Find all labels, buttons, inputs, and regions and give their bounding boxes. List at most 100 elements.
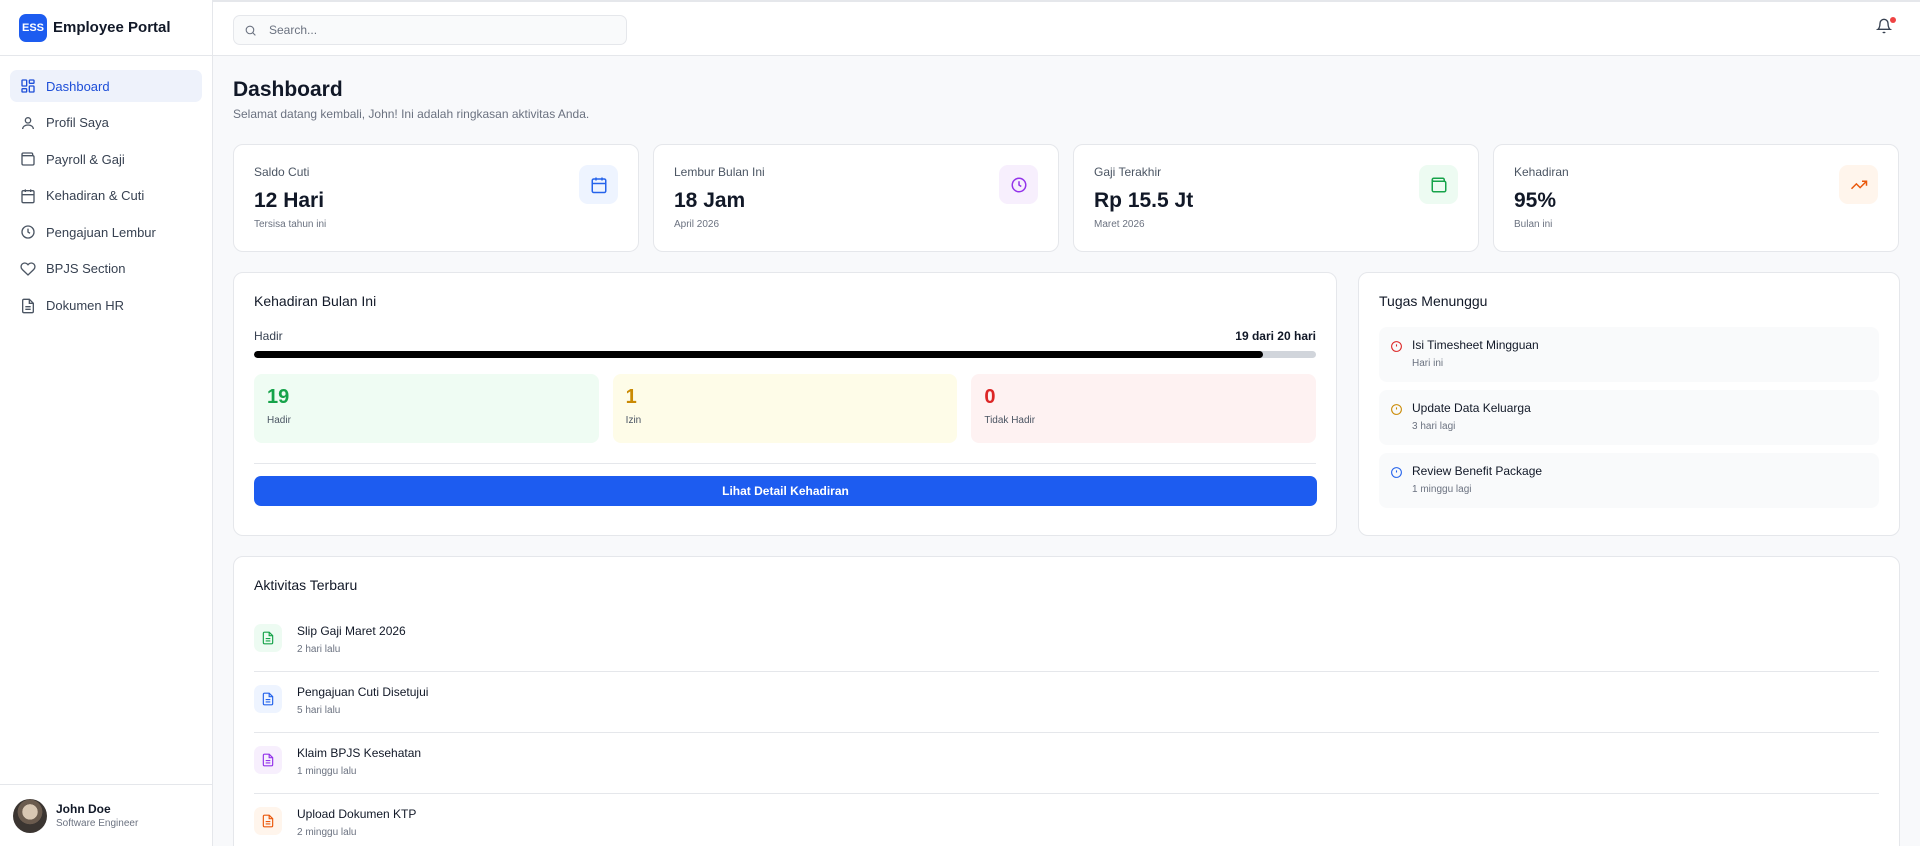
sidebar-item-bpjs[interactable]: BPJS Section [10,253,202,285]
activity-title-text: Upload Dokumen KTP [297,807,417,821]
recent-activity-card: Aktivitas Terbaru Slip Gaji Maret 2026 2… [233,556,1900,846]
activity-title: Aktivitas Terbaru [254,577,358,593]
attendance-count: 19 [267,386,290,408]
sidebar-item-profil-saya[interactable]: Profil Saya [10,107,202,139]
sidebar-item-label: Dokumen HR [46,298,125,314]
calendar-icon [579,165,618,204]
task-due: Hari ini [1412,358,1444,369]
task-item[interactable]: Review Benefit Package 1 minggu lagi [1379,453,1879,508]
pending-tasks-card: Tugas Menunggu Isi Timesheet Mingguan Ha… [1358,272,1900,536]
search-box [233,15,627,45]
activity-time: 5 hari lalu [297,705,341,716]
activity-item[interactable]: Klaim BPJS Kesehatan 1 minggu lalu [254,733,1879,794]
stat-note: Bulan ini [1514,219,1553,230]
sidebar-item-label: Profil Saya [46,115,109,131]
task-title: Isi Timesheet Mingguan [1412,338,1539,352]
document-icon [254,685,282,713]
attendance-count: 0 [984,386,996,408]
brand[interactable]: ESS Employee Portal [0,0,212,56]
stat-note: Tersisa tahun ini [254,219,327,230]
user-role: Software Engineer [56,818,139,829]
stat-card-gaji: Gaji Terakhir Rp 15.5 Jt Maret 2026 [1073,144,1479,252]
attendance-box-tidak-hadir: 0 Tidak Hadir [971,374,1317,443]
document-icon [254,624,282,652]
wallet-icon [20,151,36,167]
attendance-card: Kehadiran Bulan Ini Hadir 19 dari 20 har… [233,272,1337,536]
wallet-icon [1419,165,1458,204]
stat-note: Maret 2026 [1094,219,1145,230]
user-profile[interactable]: John Doe Software Engineer [0,784,213,846]
task-title: Update Data Keluarga [1412,401,1531,415]
stat-card-saldo-cuti: Saldo Cuti 12 Hari Tersisa tahun ini [233,144,639,252]
sidebar-item-label: Pengajuan Lembur [46,224,156,240]
task-due: 1 minggu lagi [1412,484,1472,495]
activity-title-text: Slip Gaji Maret 2026 [297,624,406,638]
stat-card-lembur: Lembur Bulan Ini 18 Jam April 2026 [653,144,1059,252]
attendance-detail-button[interactable]: Lihat Detail Kehadiran [254,476,1317,506]
activity-title-text: Pengajuan Cuti Disetujui [297,685,429,699]
attendance-count-label: Tidak Hadir [984,415,1036,426]
task-due: 3 hari lagi [1412,421,1456,432]
attendance-progress-value: 19 dari 20 hari [1235,329,1316,343]
activity-time: 2 minggu lalu [297,827,357,838]
calendar-icon [20,188,36,204]
brand-logo: ESS [19,13,47,42]
document-icon [254,807,282,835]
sidebar-item-dokumen[interactable]: Dokumen HR [10,290,202,322]
attendance-box-izin: 1 Izin [612,374,958,443]
activity-title-text: Klaim BPJS Kesehatan [297,746,422,760]
activity-item[interactable]: Pengajuan Cuti Disetujui 5 hari lalu [254,672,1879,733]
alert-circle-icon [1390,466,1403,479]
user-name: John Doe [56,802,111,816]
stat-card-kehadiran: Kehadiran 95% Bulan ini [1493,144,1899,252]
main-content: Dashboard Selamat datang kembali, John! … [233,56,1900,846]
sidebar-item-payroll[interactable]: Payroll & Gaji [10,143,202,175]
activity-time: 1 minggu lalu [297,766,357,777]
stat-note: April 2026 [674,219,720,230]
page-subtitle: Selamat datang kembali, John! Ini adalah… [233,107,590,121]
sidebar-item-label: Payroll & Gaji [46,151,125,167]
task-item[interactable]: Isi Timesheet Mingguan Hari ini [1379,327,1879,382]
sidebar-item-label: Dashboard [46,78,110,94]
task-title: Review Benefit Package [1412,464,1543,478]
activity-item[interactable]: Slip Gaji Maret 2026 2 hari lalu [254,611,1879,672]
alert-circle-icon [1390,403,1403,416]
user-icon [20,115,36,131]
notification-button[interactable] [1875,17,1896,36]
sidebar-item-label: Kehadiran & Cuti [46,188,145,204]
alert-circle-icon [1390,340,1403,353]
page-title: Dashboard [233,78,343,101]
attendance-progress-bar [254,351,1316,358]
sidebar-item-lembur[interactable]: Pengajuan Lembur [10,216,202,248]
search-input[interactable] [269,23,609,37]
sidebar-item-dashboard[interactable]: Dashboard [10,70,202,102]
brand-name: Employee Portal [53,19,171,36]
attendance-count-label: Hadir [267,415,291,426]
sidebar: ESS Employee Portal Dashboard Profil Say… [0,0,213,846]
attendance-progress-label: Hadir [254,329,283,343]
document-icon [20,298,36,314]
attendance-box-hadir: 19 Hadir [254,374,599,443]
attendance-count-label: Izin [625,415,642,426]
sidebar-nav: Dashboard Profil Saya Payroll & Gaji Keh… [0,56,212,322]
attendance-count: 1 [625,386,637,408]
document-icon [254,746,282,774]
attendance-progress-fill [254,351,1263,358]
sidebar-item-kehadiran[interactable]: Kehadiran & Cuti [10,180,202,212]
stat-cards: Saldo Cuti 12 Hari Tersisa tahun ini Lem… [233,144,1899,252]
topbar [213,0,1920,56]
sidebar-item-label: BPJS Section [46,261,126,277]
activity-time: 2 hari lalu [297,644,341,655]
notification-badge [1890,17,1896,23]
task-item[interactable]: Update Data Keluarga 3 hari lagi [1379,390,1879,445]
avatar [13,798,47,833]
activity-item[interactable]: Upload Dokumen KTP 2 minggu lalu [254,794,1879,846]
dashboard-icon [20,78,36,94]
clock-icon [999,165,1038,204]
trending-up-icon [1839,165,1878,204]
tasks-title: Tugas Menunggu [1379,293,1488,309]
clock-icon [20,224,36,240]
divider [254,463,1316,464]
search-icon [245,25,256,36]
attendance-title: Kehadiran Bulan Ini [254,293,377,309]
